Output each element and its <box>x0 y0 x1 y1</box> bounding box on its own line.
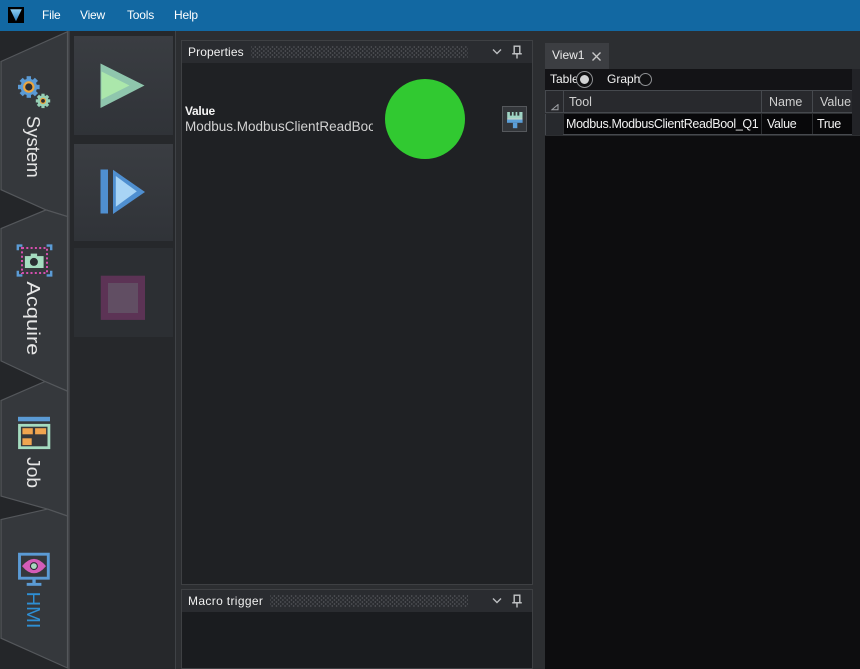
svg-text:Job: Job <box>23 457 43 488</box>
svg-text:Acquire: Acquire <box>23 281 43 355</box>
svg-text:HMI: HMI <box>23 592 43 629</box>
svg-text:System: System <box>23 116 43 178</box>
